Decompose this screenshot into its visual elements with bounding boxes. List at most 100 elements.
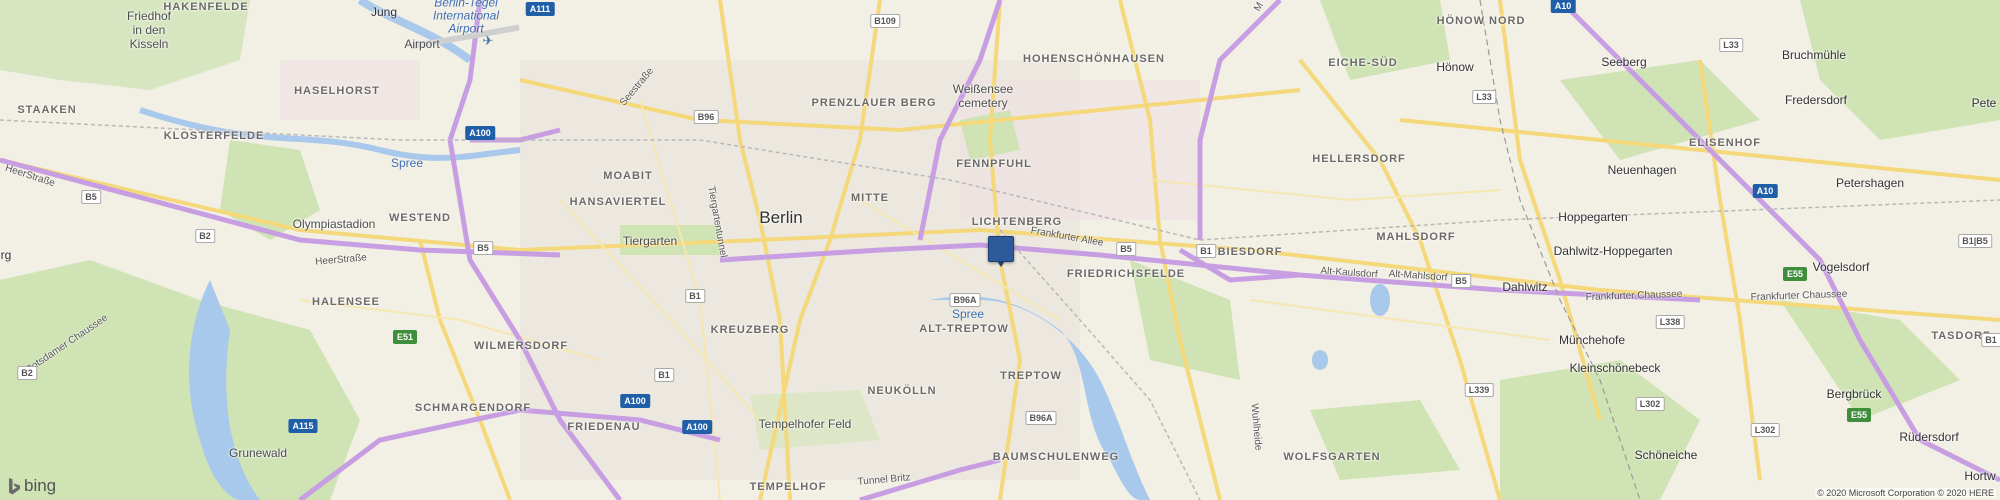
road-shield-b1-b5[interactable]: B1|B5 (1958, 234, 1992, 248)
place-label-pete[interactable]: Pete (1972, 96, 1997, 110)
district-label-elisenhof[interactable]: ELISENHOF (1689, 137, 1761, 149)
place-label-jung[interactable]: Jung (371, 5, 397, 19)
place-label-seeberg[interactable]: Seeberg (1601, 55, 1646, 69)
road-shield-a100-south-2[interactable]: A100 (682, 420, 712, 434)
place-label-dahlwitz[interactable]: Dahlwitz (1502, 280, 1547, 294)
place-label-petershagen[interactable]: Petershagen (1836, 176, 1904, 190)
place-label-friedhof[interactable]: Friedhof in den Kisseln (127, 9, 171, 51)
road-shield-b5-central[interactable]: B5 (473, 241, 493, 255)
road-shield-a100-north[interactable]: A100 (465, 126, 495, 140)
road-shield-b1-edge[interactable]: B1 (1981, 333, 2000, 347)
district-label-haselhorst[interactable]: HASELHORST (294, 85, 380, 97)
district-label-halensee[interactable]: HALENSEE (312, 296, 380, 308)
place-label-bergbrueck[interactable]: Bergbrück (1827, 387, 1882, 401)
bing-logo-text: bing (24, 476, 57, 495)
road-shield-l33-north[interactable]: L33 (1719, 38, 1743, 52)
place-label-grunewald[interactable]: Grunewald (229, 446, 287, 460)
place-label-dahlwitz-hoppegarten[interactable]: Dahlwitz-Hoppegarten (1554, 244, 1673, 258)
place-label-tempelhofer-feld[interactable]: Tempelhofer Feld (759, 417, 852, 431)
district-label-prenzlauer-berg[interactable]: PRENZLAUER BERG (811, 97, 936, 109)
district-label-hellersdorf[interactable]: HELLERSDORF (1312, 153, 1406, 165)
map-canvas[interactable]: Berlin HAKENFELDE HASELHORST STAAKEN KLO… (0, 0, 2000, 500)
place-label-kleinschoenebeck[interactable]: Kleinschönebeck (1570, 361, 1661, 375)
district-label-eiche-sued[interactable]: EICHE-SÜD (1328, 57, 1398, 69)
district-label-westend[interactable]: WESTEND (389, 212, 451, 224)
lake (1370, 284, 1390, 316)
airplane-icon: ✈ (482, 33, 494, 48)
district-label-alt-treptow[interactable]: ALT-TREPTOW (919, 323, 1008, 335)
place-label-edge[interactable]: rg (1, 248, 12, 262)
place-label-bruchmuehle[interactable]: Bruchmühle (1782, 48, 1846, 62)
place-label-tiergarten[interactable]: Tiergarten (623, 234, 677, 248)
airport-label[interactable]: Berlin-Tegel International Airport (433, 0, 499, 36)
road-shield-a111[interactable]: A111 (525, 2, 555, 16)
place-label-hortw[interactable]: Hortw (1964, 469, 1995, 483)
district-label-neukoelln[interactable]: NEUKÖLLN (867, 385, 936, 397)
district-label-hansaviertel[interactable]: HANSAVIERTEL (570, 196, 667, 208)
place-label-vogelsdorf[interactable]: Vogelsdorf (1813, 260, 1870, 274)
road-shield-b96a-north[interactable]: B96A (949, 293, 981, 307)
road-shield-b1-south[interactable]: B1 (654, 368, 674, 382)
district-label-staaken[interactable]: STAAKEN (17, 104, 76, 116)
place-label-fredersdorf[interactable]: Fredersdorf (1785, 93, 1847, 107)
place-label-muenchehofe[interactable]: Münchehofe (1559, 333, 1625, 347)
district-label-hohenschoenhausen[interactable]: HOHENSCHÖNHAUSEN (1023, 53, 1165, 65)
road-shield-a10-central[interactable]: A10 (1752, 184, 1778, 198)
district-label-treptow[interactable]: TREPTOW (1000, 370, 1062, 382)
district-label-lichtenberg[interactable]: LICHTENBERG (972, 216, 1062, 228)
road-shield-l339[interactable]: L339 (1464, 383, 1494, 397)
road-shield-e51[interactable]: E51 (392, 330, 418, 344)
road-shield-b2-southwest[interactable]: B2 (17, 366, 37, 380)
district-label-moabit[interactable]: MOABIT (603, 170, 652, 182)
district-label-fennpfuhl[interactable]: FENNPFUHL (956, 158, 1032, 170)
road-shield-a10-north[interactable]: A10 (1550, 0, 1576, 13)
road-shield-b1-east[interactable]: B1 (1196, 244, 1216, 258)
road-shield-l302-b[interactable]: L302 (1750, 423, 1780, 437)
location-pin[interactable] (988, 236, 1014, 267)
district-label-mahlsdorf[interactable]: MAHLSDORF (1376, 231, 1455, 243)
airport-short-label[interactable]: Airport (404, 37, 439, 51)
place-label-weissensee-cemetery[interactable]: Weißensee cemetery (953, 82, 1013, 110)
district-label-schmargendorf[interactable]: SCHMARGENDORF (415, 402, 531, 414)
road-shield-l302[interactable]: L302 (1635, 397, 1665, 411)
road-shield-b96[interactable]: B96 (693, 110, 719, 124)
road-shield-b1-central[interactable]: B1 (685, 289, 705, 303)
place-label-ruedersdorf[interactable]: Rüdersdorf (1899, 430, 1958, 444)
district-label-hakenfelde[interactable]: HAKENFELDE (163, 1, 248, 13)
water-label-spree-east[interactable]: Spree (952, 307, 984, 321)
district-label-friedrichsfelde[interactable]: FRIEDRICHSFELDE (1067, 268, 1185, 280)
road-shield-b5-far[interactable]: B5 (1451, 274, 1471, 288)
road-shield-e55-south[interactable]: E55 (1846, 408, 1872, 422)
district-label-tempelhof[interactable]: TEMPELHOF (750, 481, 827, 493)
road-shield-b109[interactable]: B109 (870, 14, 900, 28)
bing-logo-icon (9, 477, 20, 494)
copyright-notice[interactable]: © 2020 Microsoft Corporation © 2020 HERE (1815, 488, 1996, 498)
district-label-kreuzberg[interactable]: KREUZBERG (711, 324, 790, 336)
water-label-spree-west[interactable]: Spree (391, 156, 423, 170)
district-label-klosterfelde[interactable]: KLOSTERFELDE (164, 130, 265, 142)
place-label-schoeneiche[interactable]: Schöneiche (1635, 448, 1698, 462)
bing-logo[interactable]: bing (8, 476, 56, 496)
place-label-olympiastadion[interactable]: Olympiastadion (293, 217, 376, 231)
road-shield-l338[interactable]: L338 (1655, 315, 1685, 329)
road-shield-b5-east[interactable]: B5 (1116, 242, 1136, 256)
road-shield-a100-south[interactable]: A100 (620, 394, 650, 408)
district-label-biesdorf[interactable]: BIESDORF (1218, 246, 1283, 258)
road-shield-b5-west[interactable]: B5 (81, 190, 101, 204)
road-shield-a115[interactable]: A115 (288, 419, 318, 433)
place-label-hoppegarten[interactable]: Hoppegarten (1558, 210, 1627, 224)
district-label-wilmersdorf[interactable]: WILMERSDORF (474, 340, 568, 352)
district-label-mitte[interactable]: MITTE (851, 192, 889, 204)
district-label-wolfsgarten[interactable]: WOLFSGARTEN (1283, 451, 1380, 463)
road-shield-l33[interactable]: L33 (1472, 90, 1496, 104)
district-label-hoenow-nord[interactable]: HÖNOW NORD (1437, 15, 1526, 27)
road-shield-b96a-south[interactable]: B96A (1025, 411, 1057, 425)
city-label-berlin[interactable]: Berlin (759, 208, 802, 228)
lake (1312, 350, 1328, 370)
place-label-hoenow[interactable]: Hönow (1436, 60, 1473, 74)
district-label-friedenau[interactable]: FRIEDENAU (567, 421, 640, 433)
place-label-neuenhagen[interactable]: Neuenhagen (1608, 163, 1677, 177)
road-shield-e55[interactable]: E55 (1782, 267, 1808, 281)
district-label-baumschulenweg[interactable]: BAUMSCHULENWEG (993, 451, 1119, 463)
road-shield-b2[interactable]: B2 (195, 229, 215, 243)
